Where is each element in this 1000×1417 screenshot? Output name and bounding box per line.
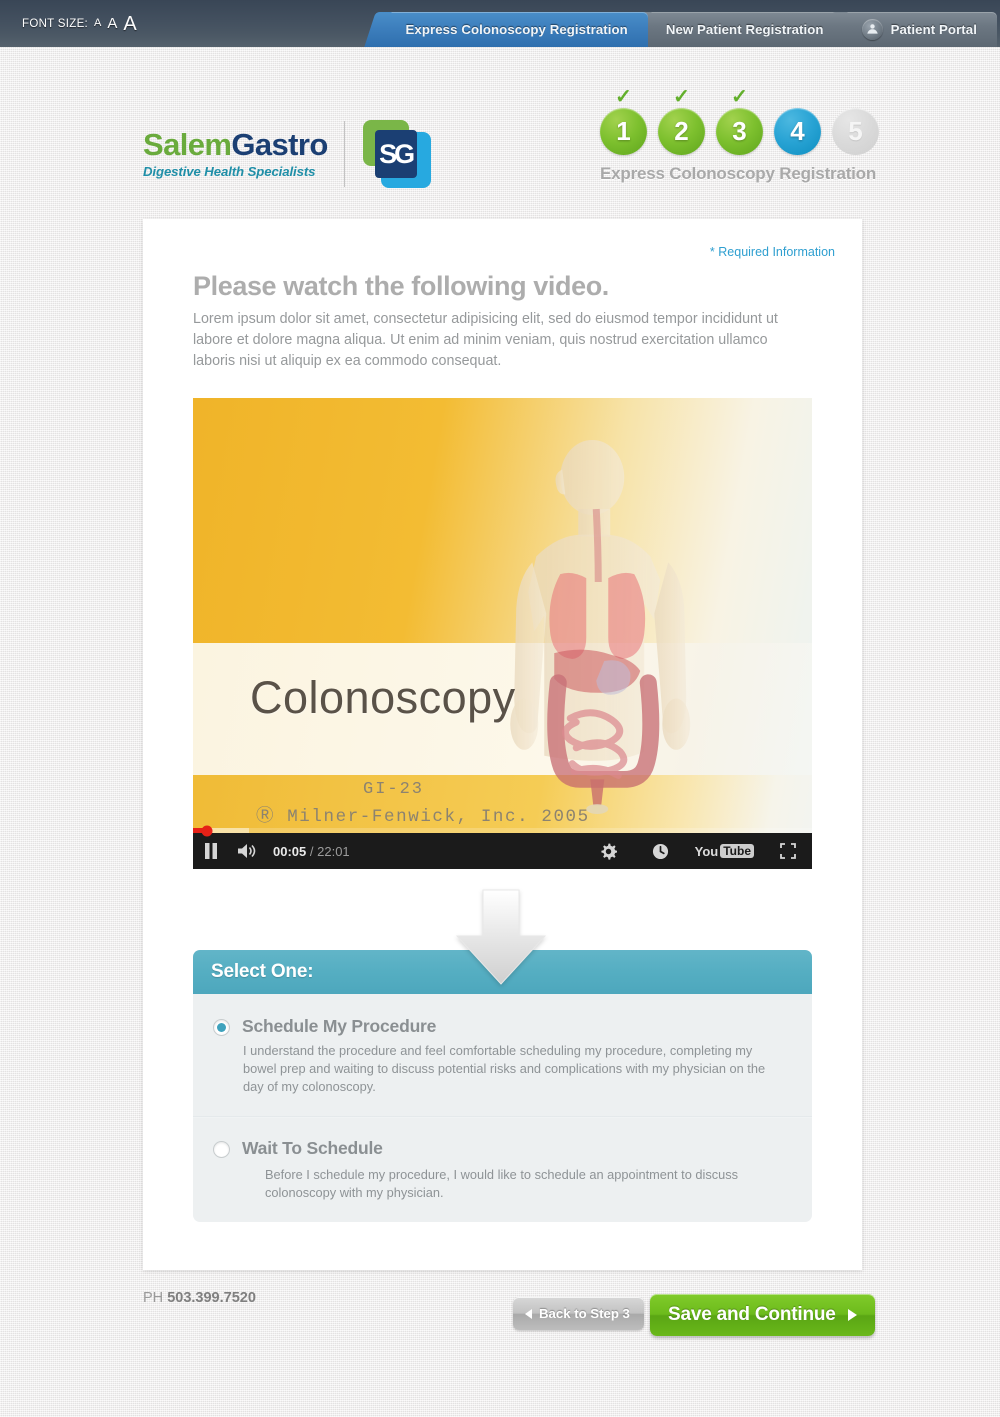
phone-number: 503.399.7520	[167, 1290, 256, 1306]
footer-phone: PH 503.399.7520	[143, 1290, 256, 1306]
top-nav-tabs: Express Colonoscopy Registration New Pat…	[379, 12, 997, 47]
step-circle: 5	[832, 108, 879, 155]
option-content: Wait To Schedule Before I schedule my pr…	[242, 1138, 788, 1202]
step-circle: 3	[716, 108, 763, 155]
option-title: Schedule My Procedure	[242, 1016, 437, 1036]
page-title: Please watch the following video.	[193, 271, 609, 301]
logo-tagline: Digestive Health Specialists	[143, 164, 316, 180]
down-arrow-icon	[453, 888, 549, 986]
video-controls-left: 00:05 / 22:01	[193, 833, 350, 869]
select-one-options: Schedule My Procedure I understand the p…	[193, 994, 812, 1222]
step-row: ✓ 1 ✓ 2 ✓ 3 4 5	[600, 87, 879, 155]
step-5: 5	[832, 108, 879, 155]
font-size-small-button[interactable]: A	[94, 18, 101, 29]
logo-wordmark: SalemGastro Digestive Health Specialists	[143, 129, 328, 178]
radio-schedule-my-procedure[interactable]	[213, 1019, 230, 1036]
radio-wait-to-schedule[interactable]	[213, 1141, 230, 1158]
step-indicator-caption: Express Colonoscopy Registration	[600, 164, 877, 183]
save-and-continue-button[interactable]: Save and Continue	[650, 1294, 875, 1336]
select-one-panel: Select One: Schedule My Procedure I unde…	[193, 950, 812, 1222]
chevron-right-icon	[847, 1309, 857, 1321]
fullscreen-button[interactable]	[770, 833, 806, 869]
logo-divider	[343, 121, 345, 187]
watch-later-icon[interactable]	[643, 833, 679, 869]
logo-mark-monogram: SG	[374, 130, 417, 178]
video-controls-right: You Tube	[591, 833, 806, 869]
tab-express-colonoscopy-registration[interactable]: Express Colonoscopy Registration	[379, 12, 648, 47]
step-4[interactable]: 4	[774, 108, 821, 155]
patient-icon	[861, 19, 883, 40]
step-3[interactable]: ✓ 3	[716, 87, 763, 155]
back-button-label: Back to Step 3	[539, 1306, 630, 1321]
step-1[interactable]: ✓ 1	[600, 87, 647, 155]
chevron-left-icon	[525, 1308, 532, 1319]
tab-label: New Patient Registration	[665, 22, 824, 37]
youtube-logo-you: You	[694, 843, 719, 859]
logo-name: SalemGastro	[143, 129, 328, 160]
video-copyright-overlay: Ⓡ Milner-Fenwick, Inc. 2005	[256, 807, 590, 827]
font-size-large-button[interactable]: A	[123, 14, 136, 34]
option-schedule-my-procedure[interactable]: Schedule My Procedure I understand the p…	[193, 994, 812, 1116]
tab-new-patient-registration[interactable]: New Patient Registration	[639, 12, 844, 47]
option-wait-to-schedule[interactable]: Wait To Schedule Before I schedule my pr…	[193, 1116, 812, 1222]
logo-mark: SG	[362, 120, 431, 188]
human-anatomy-illustration	[492, 436, 707, 850]
phone-prefix: PH	[143, 1290, 164, 1306]
volume-button[interactable]	[229, 833, 265, 869]
tab-patient-portal[interactable]: Patient Portal	[835, 12, 997, 47]
video-title-overlay: Colonoscopy	[250, 672, 516, 723]
content-card: * Required Information Please watch the …	[143, 219, 862, 1270]
back-to-step-3-button[interactable]: Back to Step 3	[513, 1297, 644, 1330]
video-total-time: 22:01	[317, 843, 350, 859]
video-player[interactable]: Colonoscopy GI-23 Ⓡ Milner-Fenwick, Inc.…	[193, 398, 812, 869]
step-circle: 4	[774, 108, 821, 155]
site-logo[interactable]: SalemGastro Digestive Health Specialists…	[143, 120, 431, 188]
video-current-time: 00:05	[273, 843, 307, 859]
youtube-logo-tube: Tube	[720, 844, 754, 858]
step-2[interactable]: ✓ 2	[658, 87, 705, 155]
option-title: Wait To Schedule	[242, 1138, 383, 1158]
video-time-display: 00:05 / 22:01	[273, 844, 350, 859]
video-code-overlay: GI-23	[363, 780, 425, 799]
video-thumbnail: Colonoscopy GI-23 Ⓡ Milner-Fenwick, Inc.…	[193, 398, 812, 869]
option-content: Schedule My Procedure I understand the p…	[242, 1016, 788, 1096]
tab-label: Express Colonoscopy Registration	[405, 22, 628, 37]
logo-name-first: Salem	[143, 127, 232, 163]
intro-paragraph: Lorem ipsum dolor sit amet, consectetur …	[193, 311, 778, 369]
option-description: I understand the procedure and feel comf…	[243, 1043, 766, 1094]
font-size-control: FONT SIZE: A A A	[22, 0, 137, 47]
step-check-icon: ✓	[673, 86, 690, 108]
step-check-icon: ✓	[615, 86, 632, 108]
option-description: Before I schedule my procedure, I would …	[265, 1167, 739, 1200]
font-size-label: FONT SIZE:	[22, 17, 89, 30]
continue-button-label: Save and Continue	[668, 1304, 836, 1325]
video-control-bar: 00:05 / 22:01 You Tube	[193, 825, 812, 869]
step-circle: 2	[658, 108, 705, 155]
tab-label: Patient Portal	[890, 22, 977, 37]
logo-name-second: Gastro	[231, 127, 328, 163]
font-size-medium-button[interactable]: A	[107, 16, 117, 31]
video-time-separator: /	[309, 843, 314, 859]
step-circle: 1	[600, 108, 647, 155]
step-indicator: ✓ 1 ✓ 2 ✓ 3 4 5 Express Colonoscopy Regi…	[600, 87, 879, 184]
step-check-icon: ✓	[731, 86, 748, 108]
required-information-note[interactable]: * Required Information	[710, 245, 835, 259]
top-bar: FONT SIZE: A A A Express Colonoscopy Reg…	[0, 0, 1000, 47]
pause-button[interactable]	[193, 833, 229, 869]
settings-gear-icon[interactable]	[591, 833, 627, 869]
youtube-logo[interactable]: You Tube	[695, 844, 754, 859]
